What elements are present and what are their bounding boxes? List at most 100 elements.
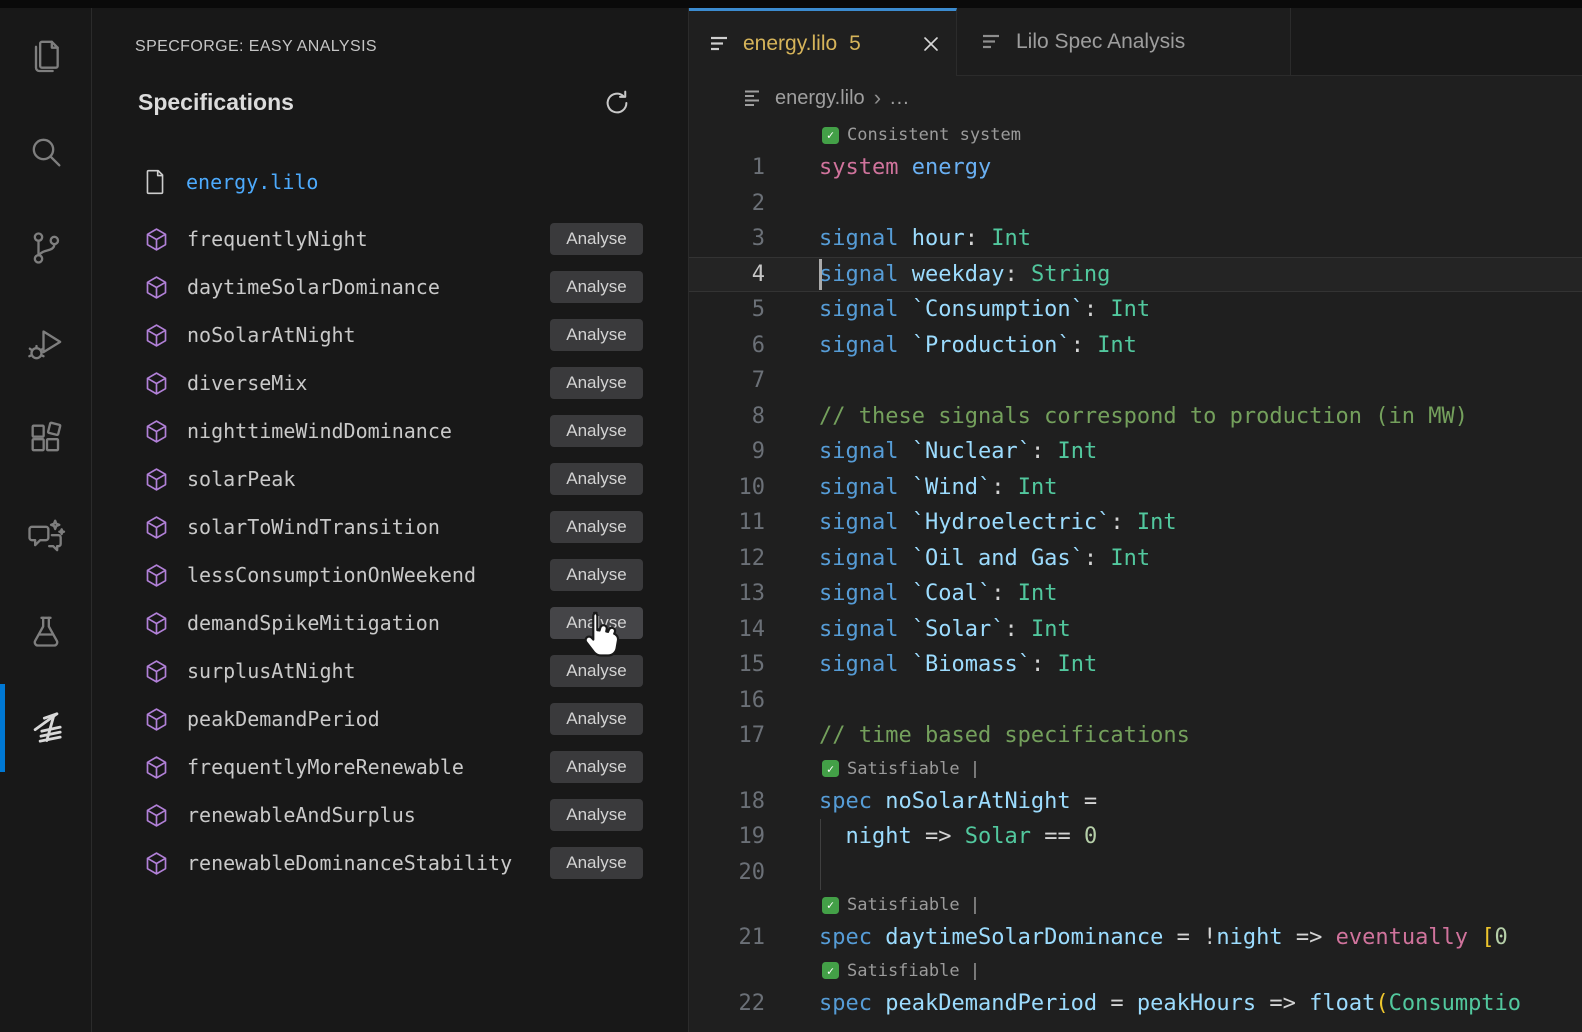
spec-list-item[interactable]: demandSpikeMitigationAnalyse	[92, 599, 688, 647]
line-number[interactable]: 22	[689, 991, 765, 1016]
code-line[interactable]: 12signal `Oil and Gas`: Int	[689, 541, 1582, 577]
line-number[interactable]: 19	[689, 824, 765, 849]
analyse-button[interactable]: Analyse	[550, 367, 643, 399]
analyse-button[interactable]: Analyse	[550, 847, 643, 879]
breadcrumb-more[interactable]: ...	[890, 87, 910, 110]
spec-list-item[interactable]: surplusAtNightAnalyse	[92, 647, 688, 695]
line-number[interactable]: 1	[689, 155, 765, 180]
analyse-button[interactable]: Analyse	[550, 559, 643, 591]
analyse-button[interactable]: Analyse	[550, 223, 643, 255]
analyse-button[interactable]: Analyse	[550, 319, 643, 351]
analyse-button[interactable]: Analyse	[550, 799, 643, 831]
analyse-button[interactable]: Analyse	[550, 271, 643, 303]
code-line[interactable]: 21spec daytimeSolarDominance = !night =>…	[689, 920, 1582, 956]
search-icon[interactable]	[0, 104, 92, 200]
codelens-label[interactable]: Consistent system	[847, 125, 1021, 145]
line-number[interactable]: 2	[689, 191, 765, 216]
spec-list-item[interactable]: solarPeakAnalyse	[92, 455, 688, 503]
code-line[interactable]: 18spec noSolarAtNight =	[689, 784, 1582, 820]
code-line[interactable]: 14signal `Solar`: Int	[689, 612, 1582, 648]
codelens[interactable]: ✓Consistent system	[689, 120, 1582, 150]
analyse-button[interactable]: Analyse	[550, 415, 643, 447]
refresh-icon[interactable]	[602, 88, 632, 118]
line-number[interactable]: 17	[689, 723, 765, 748]
code-line[interactable]: 5signal `Consumption`: Int	[689, 292, 1582, 328]
line-number[interactable]: 6	[689, 333, 765, 358]
code-line[interactable]: 2	[689, 186, 1582, 222]
spec-list-item[interactable]: noSolarAtNightAnalyse	[92, 311, 688, 359]
tab-energy-lilo[interactable]: energy.lilo 5	[689, 8, 957, 76]
tab-bar: energy.lilo 5 Lilo Spec Analysis	[689, 8, 1582, 76]
codelens-label[interactable]: Satisfiable |	[847, 759, 980, 779]
specforge-icon[interactable]	[0, 680, 92, 776]
codelens-label[interactable]: Satisfiable |	[847, 895, 980, 915]
spec-list-item[interactable]: frequentlyNightAnalyse	[92, 215, 688, 263]
code-line[interactable]: 13signal `Coal`: Int	[689, 576, 1582, 612]
spec-file-item[interactable]: energy.lilo	[92, 163, 688, 201]
code-line[interactable]: 22spec peakDemandPeriod = peakHours => f…	[689, 986, 1582, 1022]
line-number[interactable]: 12	[689, 546, 765, 571]
spec-list-item[interactable]: diverseMixAnalyse	[92, 359, 688, 407]
code-line[interactable]: 1system energy	[689, 150, 1582, 186]
code-line[interactable]: 15signal `Biomass`: Int	[689, 647, 1582, 683]
line-number[interactable]: 5	[689, 297, 765, 322]
codelens[interactable]: ✓Satisfiable |	[689, 754, 1582, 784]
codelens-label[interactable]: Satisfiable |	[847, 961, 980, 981]
extensions-icon[interactable]	[0, 392, 92, 488]
source-control-icon[interactable]	[0, 200, 92, 296]
line-number[interactable]: 21	[689, 925, 765, 950]
line-number[interactable]: 9	[689, 439, 765, 464]
chat-icon[interactable]	[0, 488, 92, 584]
code-line[interactable]: 8// these signals correspond to producti…	[689, 399, 1582, 435]
spec-list-item[interactable]: daytimeSolarDominanceAnalyse	[92, 263, 688, 311]
breadcrumb-file[interactable]: energy.lilo	[775, 87, 865, 110]
code-editor[interactable]: ✓Consistent system1system energy23signal…	[689, 120, 1582, 1021]
line-number[interactable]: 11	[689, 510, 765, 535]
spec-list-item[interactable]: renewableAndSurplusAnalyse	[92, 791, 688, 839]
spec-list-item[interactable]: solarToWindTransitionAnalyse	[92, 503, 688, 551]
codelens[interactable]: ✓Satisfiable |	[689, 956, 1582, 986]
spec-list-item[interactable]: frequentlyMoreRenewableAnalyse	[92, 743, 688, 791]
code-line[interactable]: 10signal `Wind`: Int	[689, 470, 1582, 506]
spec-list-item[interactable]: lessConsumptionOnWeekendAnalyse	[92, 551, 688, 599]
analyse-button[interactable]: Analyse	[550, 655, 643, 687]
run-debug-icon[interactable]	[0, 296, 92, 392]
line-number[interactable]: 3	[689, 226, 765, 251]
code-line[interactable]: 11 signal `Hydroelectric`: Int	[689, 505, 1582, 541]
line-number[interactable]: 10	[689, 475, 765, 500]
code-text: signal `Hydroelectric`: Int	[819, 510, 1177, 535]
code-line[interactable]: 19 night => Solar == 0	[689, 819, 1582, 855]
code-line[interactable]: 6signal `Production`: Int	[689, 328, 1582, 364]
code-line[interactable]: 17// time based specifications	[689, 718, 1582, 754]
tab-label: energy.lilo	[743, 32, 837, 56]
explorer-icon[interactable]	[0, 8, 92, 104]
code-line[interactable]: 7	[689, 363, 1582, 399]
code-line[interactable]: 9signal `Nuclear`: Int	[689, 434, 1582, 470]
code-line[interactable]: 20	[689, 855, 1582, 891]
line-number[interactable]: 16	[689, 688, 765, 713]
tab-lilo-spec-analysis[interactable]: Lilo Spec Analysis	[957, 8, 1291, 76]
spec-list-item[interactable]: nighttimeWindDominanceAnalyse	[92, 407, 688, 455]
code-line[interactable]: 16	[689, 683, 1582, 719]
testing-beaker-icon[interactable]	[0, 584, 92, 680]
analyse-button[interactable]: Analyse	[550, 607, 643, 639]
line-number[interactable]: 20	[689, 860, 765, 885]
line-number[interactable]: 18	[689, 789, 765, 814]
spec-list-item[interactable]: peakDemandPeriodAnalyse	[92, 695, 688, 743]
spec-list-item[interactable]: renewableDominanceStabilityAnalyse	[92, 839, 688, 887]
line-number[interactable]: 13	[689, 581, 765, 606]
breadcrumb[interactable]: energy.lilo › ...	[689, 76, 1582, 120]
line-number[interactable]: 14	[689, 617, 765, 642]
analyse-button[interactable]: Analyse	[550, 751, 643, 783]
codelens[interactable]: ✓Satisfiable |	[689, 890, 1582, 920]
code-line[interactable]: 4signal weekday: String	[689, 257, 1582, 293]
line-number[interactable]: 8	[689, 404, 765, 429]
line-number[interactable]: 7	[689, 368, 765, 393]
line-number[interactable]: 4	[689, 262, 765, 287]
analyse-button[interactable]: Analyse	[550, 463, 643, 495]
close-icon[interactable]	[920, 33, 942, 55]
line-number[interactable]: 15	[689, 652, 765, 677]
code-line[interactable]: 3signal hour: Int	[689, 221, 1582, 257]
analyse-button[interactable]: Analyse	[550, 703, 643, 735]
analyse-button[interactable]: Analyse	[550, 511, 643, 543]
